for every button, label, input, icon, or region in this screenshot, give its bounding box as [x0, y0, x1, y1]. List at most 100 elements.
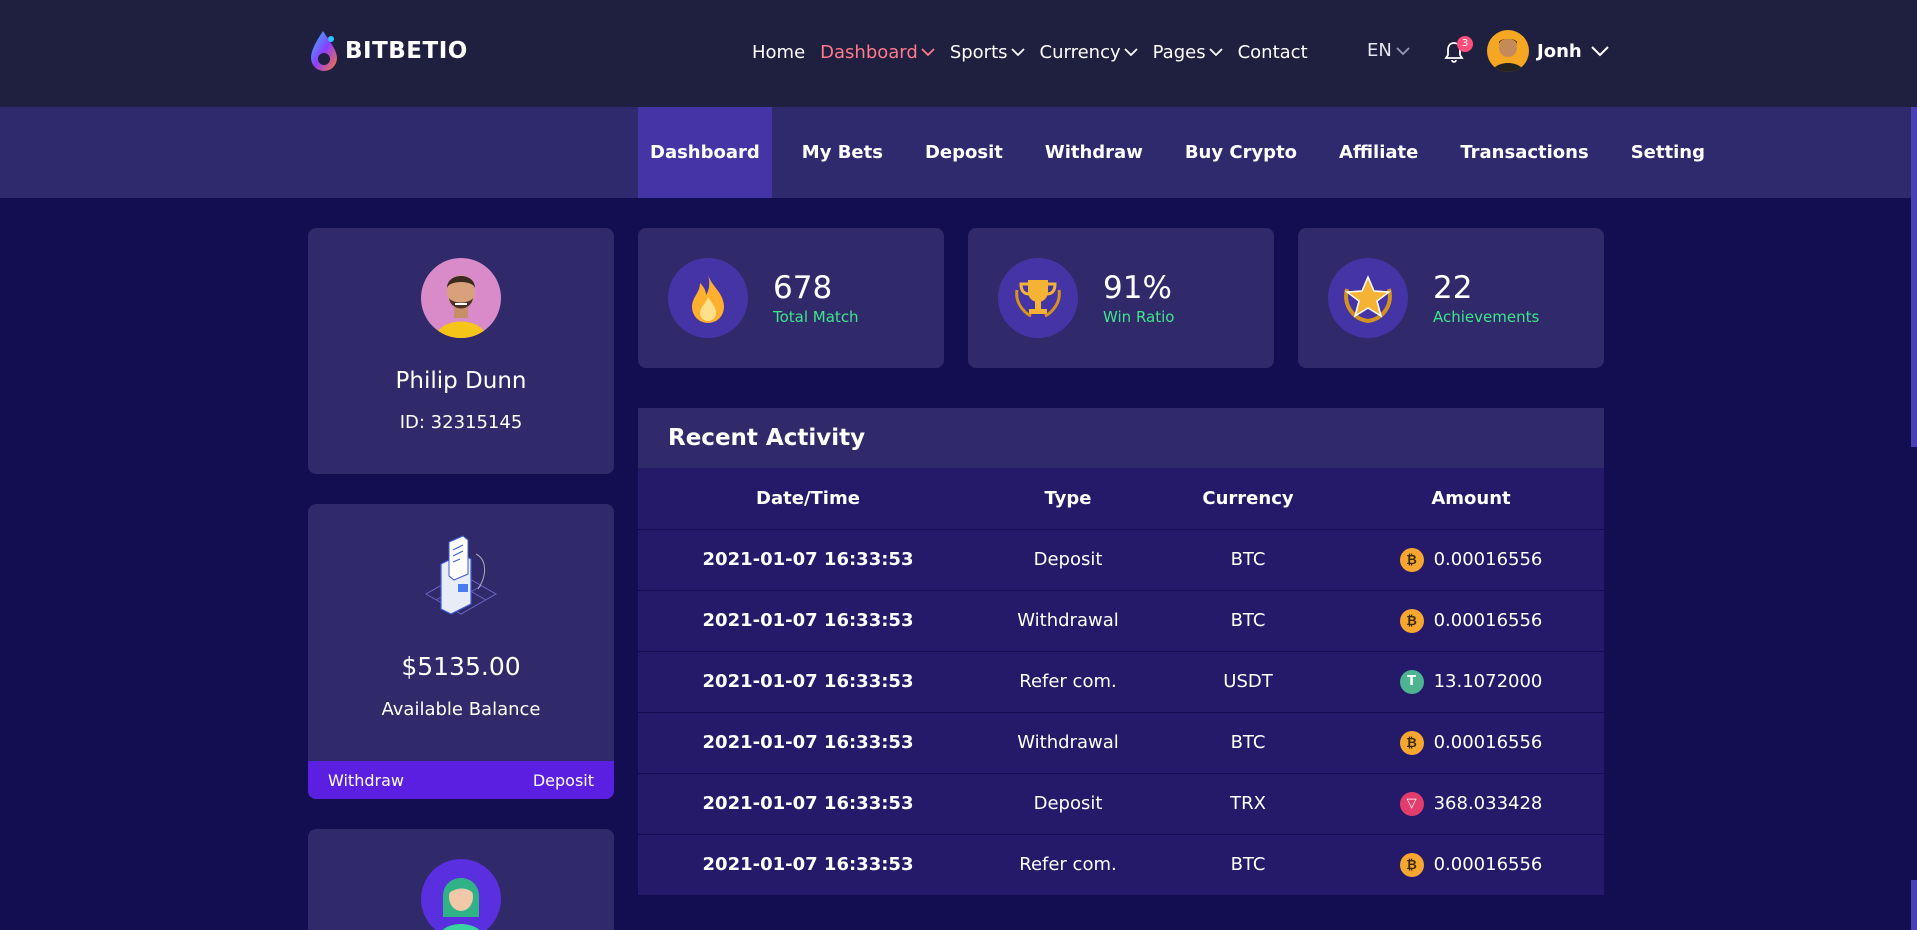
win-ratio-value: 91%: [1103, 270, 1172, 306]
recent-activity-panel: Recent Activity Date/Time Type Currency …: [638, 408, 1604, 896]
cell-amount: ₿ 0.00016556: [1338, 590, 1604, 652]
amount-value: 368.033428: [1433, 793, 1543, 814]
cell-datetime: 2021-01-07 16:33:53: [638, 651, 978, 713]
nav-sports[interactable]: Sports: [950, 42, 1025, 63]
profile-card: Philip Dunn ID: 32315145: [308, 228, 614, 474]
main-nav: Home Dashboard Sports Currency Pages Con…: [752, 0, 1323, 104]
column-header-currency: Currency: [1158, 468, 1338, 530]
column-header-amount: Amount: [1338, 468, 1604, 530]
support-card: [308, 829, 614, 930]
tab-buy-crypto[interactable]: Buy Crypto: [1164, 107, 1318, 198]
amount-value: 0.00016556: [1433, 549, 1543, 570]
tab-dashboard[interactable]: Dashboard: [638, 107, 772, 198]
balance-amount: $5135.00: [401, 652, 521, 681]
wallet-illustration-icon: [424, 535, 498, 615]
page-scrollbar-track[interactable]: [1911, 880, 1917, 930]
cell-amount: ₿ 0.00016556: [1338, 834, 1604, 896]
nav-home-label: Home: [752, 41, 806, 63]
cell-currency: USDT: [1158, 651, 1338, 713]
trx-coin-icon: ▽: [1399, 791, 1424, 816]
support-agent-icon: [421, 859, 501, 930]
nav-currency-label: Currency: [1039, 41, 1121, 63]
cell-datetime: 2021-01-07 16:33:53: [638, 529, 978, 591]
avatar: [421, 258, 501, 338]
table-row: 2021-01-07 16:33:53 Withdrawal BTC ₿ 0.00016…: [638, 712, 1604, 774]
user-avatar-icon: [1487, 30, 1529, 72]
chevron-down-icon: [921, 48, 935, 57]
fire-icon: [668, 258, 748, 338]
profile-id: ID: 32315145: [399, 412, 523, 433]
nav-dashboard-label: Dashboard: [820, 41, 918, 63]
star-badge-icon: [1328, 258, 1408, 338]
chevron-down-icon: [1123, 48, 1138, 57]
brand-logo[interactable]: BITBETIO: [309, 29, 468, 73]
nav-pages[interactable]: Pages: [1153, 42, 1223, 63]
stat-card-win-ratio: 91% Win Ratio: [968, 228, 1274, 368]
profile-photo-icon: [421, 258, 501, 338]
amount-value: 0.00016556: [1433, 854, 1543, 875]
tab-withdraw[interactable]: Withdraw: [1024, 107, 1164, 198]
recent-activity-title: Recent Activity: [638, 408, 1604, 468]
page-scrollbar[interactable]: [1911, 107, 1917, 447]
brand-name: BITBETIO: [345, 38, 468, 64]
cell-amount: ₿ 0.00016556: [1338, 712, 1604, 774]
table-row: 2021-01-07 16:33:53 Deposit TRX ▽ 368.033428: [638, 773, 1604, 835]
balance-label: Available Balance: [381, 699, 541, 720]
tab-transactions[interactable]: Transactions: [1439, 107, 1609, 198]
btc-coin-icon: ₿: [1399, 730, 1424, 755]
column-header-type: Type: [978, 468, 1158, 530]
tab-deposit[interactable]: Deposit: [904, 107, 1024, 198]
chevron-down-icon: [1396, 46, 1410, 55]
chevron-down-icon: [1208, 48, 1223, 57]
cell-type: Withdrawal: [978, 712, 1158, 774]
nav-home[interactable]: Home: [752, 42, 805, 63]
column-header-datetime: Date/Time: [638, 468, 978, 530]
win-ratio-label: Win Ratio: [1103, 308, 1175, 326]
tab-affiliate[interactable]: Affiliate: [1318, 107, 1439, 198]
dashboard-subnav-bar: Dashboard My Bets Deposit Withdraw Buy C…: [0, 107, 1917, 198]
achievements-label: Achievements: [1433, 308, 1540, 326]
nav-pages-label: Pages: [1152, 41, 1206, 63]
user-menu[interactable]: Jonh: [1487, 30, 1610, 72]
cell-currency: BTC: [1158, 529, 1338, 591]
table-row: 2021-01-07 16:33:53 Deposit BTC ₿ 0.00016556: [638, 529, 1604, 591]
tab-my-bets[interactable]: My Bets: [781, 107, 904, 198]
table-row: 2021-01-07 16:33:53 Withdrawal BTC ₿ 0.00016…: [638, 590, 1604, 652]
nav-contact[interactable]: Contact: [1238, 42, 1308, 63]
language-selector[interactable]: EN: [1367, 40, 1410, 61]
cell-type: Deposit: [978, 773, 1158, 835]
support-avatar: [421, 859, 501, 930]
total-match-label: Total Match: [773, 308, 859, 326]
cell-type: Refer com.: [978, 651, 1158, 713]
cell-amount: T 13.1072000: [1338, 651, 1604, 713]
cell-currency: BTC: [1158, 834, 1338, 896]
user-name: Jonh: [1537, 40, 1582, 62]
btc-coin-icon: ₿: [1399, 852, 1424, 877]
deposit-link[interactable]: Deposit: [533, 771, 594, 790]
activity-table-body: 2021-01-07 16:33:53 Deposit BTC ₿ 0.00016556…: [638, 529, 1604, 896]
cell-datetime: 2021-01-07 16:33:53: [638, 773, 978, 835]
language-label: EN: [1367, 40, 1392, 61]
cell-datetime: 2021-01-07 16:33:53: [638, 834, 978, 896]
cell-amount: ₿ 0.00016556: [1338, 529, 1604, 591]
profile-name: Philip Dunn: [395, 368, 527, 394]
total-match-value: 678: [773, 270, 833, 306]
balance-card: $5135.00 Available Balance Withdraw Depo…: [308, 504, 614, 799]
nav-currency[interactable]: Currency: [1040, 42, 1138, 63]
nav-dashboard[interactable]: Dashboard: [820, 42, 935, 63]
activity-table: Date/Time Type Currency Amount 2021-01-0…: [638, 468, 1604, 896]
notification-badge: 3: [1457, 36, 1473, 52]
cell-type: Refer com.: [978, 834, 1158, 896]
drop-logo-icon: [311, 31, 337, 71]
stat-card-achievements: 22 Achievements: [1298, 228, 1604, 368]
amount-value: 13.1072000: [1433, 671, 1543, 692]
cell-type: Deposit: [978, 529, 1158, 591]
usdt-coin-icon: T: [1399, 669, 1424, 694]
nav-sports-label: Sports: [949, 41, 1008, 63]
amount-value: 0.00016556: [1433, 610, 1543, 631]
cell-type: Withdrawal: [978, 590, 1158, 652]
withdraw-link[interactable]: Withdraw: [328, 771, 404, 790]
dashboard-tabs: Dashboard My Bets Deposit Withdraw Buy C…: [638, 107, 1726, 198]
tab-setting[interactable]: Setting: [1610, 107, 1726, 198]
cell-currency: BTC: [1158, 712, 1338, 774]
